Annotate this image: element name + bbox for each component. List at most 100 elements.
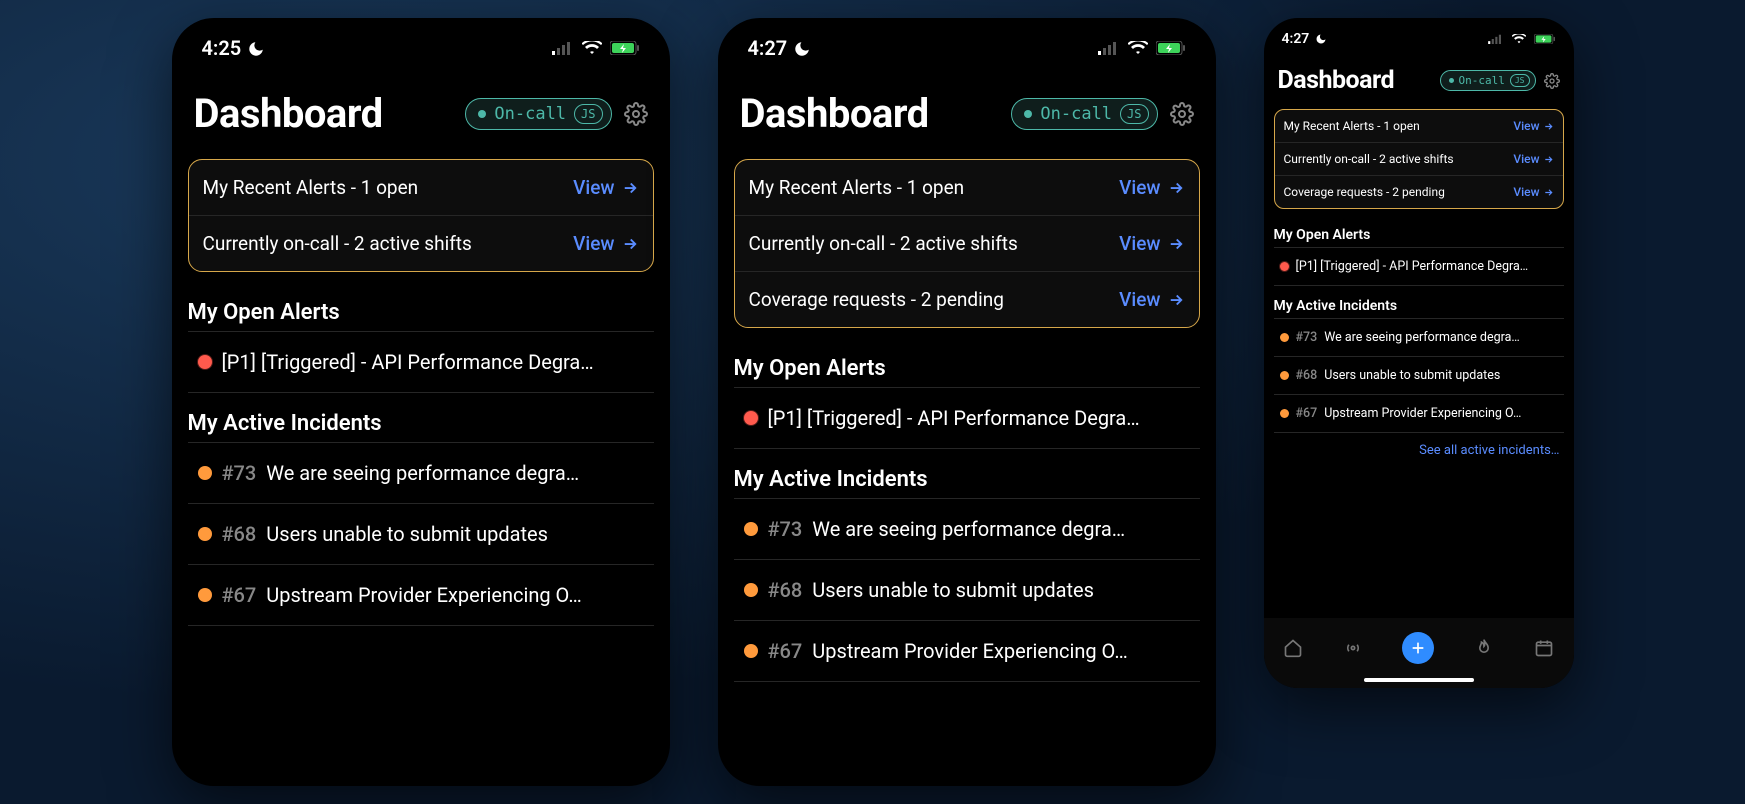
oncall-status-pill[interactable]: On-call JS: [1440, 70, 1536, 91]
arrow-right-icon: [1167, 291, 1185, 309]
incident-row[interactable]: #73We are seeing performance degra…: [734, 498, 1200, 559]
open-alerts-section: My Open Alerts [P1] [Triggered] - API Pe…: [1264, 215, 1574, 286]
section-title-open-alerts: My Open Alerts: [188, 300, 654, 325]
arrow-right-icon: [621, 179, 639, 197]
incident-row[interactable]: #73 We are seeing performance degra…: [188, 442, 654, 503]
summary-row-label: Coverage requests - 2 pending: [749, 288, 1004, 311]
nav-calendar-button[interactable]: [1534, 638, 1554, 658]
severity-dot-icon: [198, 355, 212, 369]
incident-row[interactable]: #67 Upstream Provider Experiencing O…: [188, 564, 654, 626]
wifi-icon: [1512, 34, 1526, 44]
summary-row-on-call[interactable]: Currently on-call - 2 active shifts View: [189, 215, 653, 271]
summary-row-coverage[interactable]: Coverage requests - 2 pending View: [1275, 175, 1563, 208]
severity-dot-icon: [744, 522, 758, 536]
view-link[interactable]: View: [1513, 152, 1553, 166]
alert-text: [P1] [Triggered] - API Performance Degra…: [1296, 259, 1529, 274]
open-alerts-section: My Open Alerts [P1] [Triggered] - API Pe…: [718, 338, 1216, 449]
view-link[interactable]: View: [1513, 119, 1553, 133]
view-link[interactable]: View: [1513, 185, 1553, 199]
home-indicator[interactable]: [1364, 678, 1474, 682]
oncall-status-pill[interactable]: On-call JS: [1011, 98, 1157, 130]
incident-text: Users unable to submit updates: [266, 522, 548, 546]
dnd-moon-icon: [247, 39, 265, 57]
incident-row[interactable]: #68 Users unable to submit updates: [734, 559, 1200, 620]
incident-row[interactable]: #73 We are seeing performance degra…: [1274, 318, 1564, 356]
summary-row-on-call[interactable]: Currently on-call - 2 active shiftsView: [1275, 142, 1563, 175]
incident-number: #73: [1296, 330, 1318, 345]
incident-text: Upstream Provider Experiencing O…: [266, 583, 581, 607]
arrow-right-icon: [1167, 179, 1185, 197]
settings-button[interactable]: [624, 102, 648, 126]
wifi-icon: [1128, 41, 1148, 55]
incident-row[interactable]: #68Users unable to submit updates: [1274, 356, 1564, 394]
alert-text: [P1] [Triggered] - API Performance Degra…: [222, 350, 594, 374]
status-time: 4:27: [748, 36, 788, 60]
page-title: Dashboard: [1278, 66, 1395, 95]
incident-row[interactable]: #67 Upstream Provider Experiencing O…: [1274, 394, 1564, 433]
summary-row-recent-alerts[interactable]: My Recent Alerts - 1 open View: [189, 160, 653, 215]
alert-row[interactable]: [P1] [Triggered] - API Performance Degra…: [1274, 247, 1564, 286]
avatar-badge: JS: [574, 104, 602, 124]
nav-broadcast-button[interactable]: [1343, 638, 1363, 658]
active-incidents-section: My Active Incidents #73 We are seeing pe…: [172, 393, 670, 626]
section-title-active-incidents: My Active Incidents: [734, 467, 1200, 492]
status-bar: 4:25: [172, 18, 670, 72]
summary-row-on-call[interactable]: Currently on-call - 2 active shifts View: [735, 215, 1199, 271]
status-time: 4:25: [202, 36, 242, 60]
severity-dot-icon: [1280, 262, 1289, 271]
see-all-incidents-link[interactable]: See all active incidents…: [1264, 433, 1574, 458]
cellular-signal-icon: [1488, 34, 1504, 44]
settings-button[interactable]: [1544, 73, 1560, 89]
nav-home-button[interactable]: [1283, 638, 1303, 658]
view-link[interactable]: View: [1119, 288, 1184, 311]
cellular-signal-icon: [552, 41, 574, 55]
incident-number: #67: [1296, 406, 1318, 421]
summary-row-recent-alerts[interactable]: My Recent Alerts - 1 open View: [735, 160, 1199, 215]
alert-row[interactable]: [P1] [Triggered] - API Performance Degra…: [734, 387, 1200, 449]
nav-fire-button[interactable]: [1474, 638, 1494, 658]
incident-number: #68: [768, 578, 803, 602]
arrow-right-icon: [1543, 121, 1554, 132]
incident-text: Upstream Provider Experiencing O…: [812, 639, 1127, 663]
arrow-right-icon: [621, 235, 639, 253]
section-title-open-alerts: My Open Alerts: [1274, 227, 1564, 243]
nav-add-button[interactable]: [1402, 632, 1434, 664]
active-incidents-section: My Active Incidents #73We are seeing per…: [718, 449, 1216, 682]
severity-dot-icon: [1280, 371, 1289, 380]
settings-button[interactable]: [1170, 102, 1194, 126]
severity-dot-icon: [198, 588, 212, 602]
battery-charging-icon: [610, 41, 640, 55]
summary-row-coverage[interactable]: Coverage requests - 2 pending View: [735, 271, 1199, 327]
summary-card: My Recent Alerts - 1 open View Currently…: [188, 159, 654, 272]
incident-row[interactable]: #67 Upstream Provider Experiencing O…: [734, 620, 1200, 682]
summary-row-label: My Recent Alerts - 1 open: [203, 176, 419, 199]
incident-number: #67: [222, 583, 257, 607]
summary-row-label: Coverage requests - 2 pending: [1284, 185, 1445, 199]
incident-text: Upstream Provider Experiencing O…: [1324, 406, 1521, 421]
incident-number: #68: [1296, 368, 1318, 383]
summary-row-label: My Recent Alerts - 1 open: [749, 176, 965, 199]
summary-row-recent-alerts[interactable]: My Recent Alerts - 1 openView: [1275, 110, 1563, 142]
status-bar: 4:27: [1264, 18, 1574, 56]
status-time: 4:27: [1282, 31, 1310, 47]
severity-dot-icon: [198, 466, 212, 480]
wifi-icon: [582, 41, 602, 55]
incident-text: We are seeing performance degra…: [1324, 330, 1520, 345]
view-link[interactable]: View: [573, 176, 638, 199]
oncall-status-pill[interactable]: On-call JS: [465, 98, 611, 130]
incident-text: We are seeing performance degra…: [266, 461, 579, 485]
alert-row[interactable]: [P1] [Triggered] - API Performance Degra…: [188, 331, 654, 393]
summary-row-label: Currently on-call - 2 active shifts: [203, 232, 472, 255]
view-link[interactable]: View: [573, 232, 638, 255]
severity-dot-icon: [744, 583, 758, 597]
incident-row[interactable]: #68 Users unable to submit updates: [188, 503, 654, 564]
view-link[interactable]: View: [1119, 232, 1184, 255]
incident-number: #67: [768, 639, 803, 663]
incident-text: Users unable to submit updates: [812, 578, 1094, 602]
severity-dot-icon: [744, 411, 758, 425]
oncall-status-dot-icon: [1449, 78, 1454, 83]
arrow-right-icon: [1543, 154, 1554, 165]
view-link[interactable]: View: [1119, 176, 1184, 199]
oncall-status-dot-icon: [478, 110, 486, 118]
section-title-active-incidents: My Active Incidents: [1274, 298, 1564, 314]
